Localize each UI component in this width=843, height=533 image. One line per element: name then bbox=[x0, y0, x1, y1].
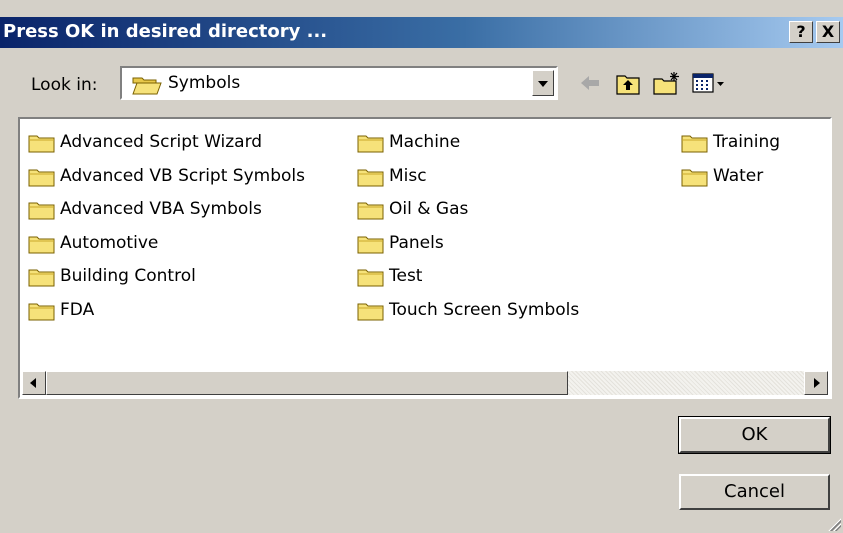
scrollbar-thumb[interactable] bbox=[46, 371, 568, 395]
folder-icon bbox=[681, 167, 709, 192]
folder-icon bbox=[357, 267, 385, 292]
look-in-combobox[interactable]: Symbols bbox=[120, 66, 558, 100]
folder-icon bbox=[357, 167, 385, 192]
folder-icon bbox=[357, 234, 385, 259]
help-button[interactable]: ? bbox=[789, 21, 813, 43]
folder-icon bbox=[357, 301, 385, 326]
up-folder-icon[interactable] bbox=[615, 70, 641, 96]
folder-icon bbox=[681, 133, 709, 158]
folder-icon bbox=[28, 234, 56, 259]
folder-label: Test bbox=[389, 266, 423, 286]
new-folder-icon[interactable] bbox=[652, 70, 682, 96]
view-menu-icon[interactable] bbox=[692, 70, 726, 96]
folder-icon bbox=[28, 133, 56, 158]
folder-label: FDA bbox=[60, 299, 95, 320]
open-folder-icon bbox=[132, 75, 162, 99]
folder-label: Touch Screen Symbols bbox=[389, 299, 580, 320]
folder-label: Misc bbox=[389, 165, 427, 186]
folder-label: Machine bbox=[389, 132, 461, 152]
folder-label: Automotive bbox=[60, 232, 159, 253]
cancel-button[interactable]: Cancel bbox=[679, 474, 830, 510]
folder-icon bbox=[28, 167, 56, 192]
folder-label: Water bbox=[713, 165, 764, 186]
folder-label: Advanced VB Script Symbols bbox=[60, 165, 305, 186]
directory-dialog: Press OK in desired directory ... ? X Lo… bbox=[0, 0, 843, 533]
folder-icon bbox=[28, 267, 56, 292]
folder-icon bbox=[28, 200, 56, 225]
look-in-value: Symbols bbox=[168, 73, 241, 93]
chevron-down-icon[interactable] bbox=[532, 70, 554, 96]
look-in-label: Look in: bbox=[31, 75, 98, 95]
folder-label: Advanced VBA Symbols bbox=[60, 199, 262, 219]
dialog-title: Press OK in desired directory ... bbox=[3, 21, 328, 42]
folder-label: Oil & Gas bbox=[389, 199, 469, 219]
folder-label: Building Control bbox=[60, 266, 196, 286]
folder-label: Training bbox=[713, 132, 781, 152]
title-bar[interactable]: Press OK in desired directory ... ? X bbox=[0, 17, 843, 48]
ok-button[interactable]: OK bbox=[678, 416, 831, 454]
folder-list[interactable]: Advanced Script Wizard Advanced VB Script… bbox=[18, 117, 832, 399]
folder-label: Panels bbox=[389, 232, 444, 253]
back-arrow-icon[interactable] bbox=[578, 70, 602, 96]
folder-icon bbox=[28, 301, 56, 326]
close-button[interactable]: X bbox=[816, 21, 840, 43]
folder-icon bbox=[357, 133, 385, 158]
folder-icon bbox=[357, 200, 385, 225]
resize-grip[interactable] bbox=[827, 517, 841, 531]
horizontal-scrollbar[interactable] bbox=[22, 371, 828, 395]
folder-label: Advanced Script Wizard bbox=[60, 132, 263, 152]
scroll-left-button[interactable] bbox=[22, 371, 46, 395]
scroll-right-button[interactable] bbox=[804, 371, 828, 395]
